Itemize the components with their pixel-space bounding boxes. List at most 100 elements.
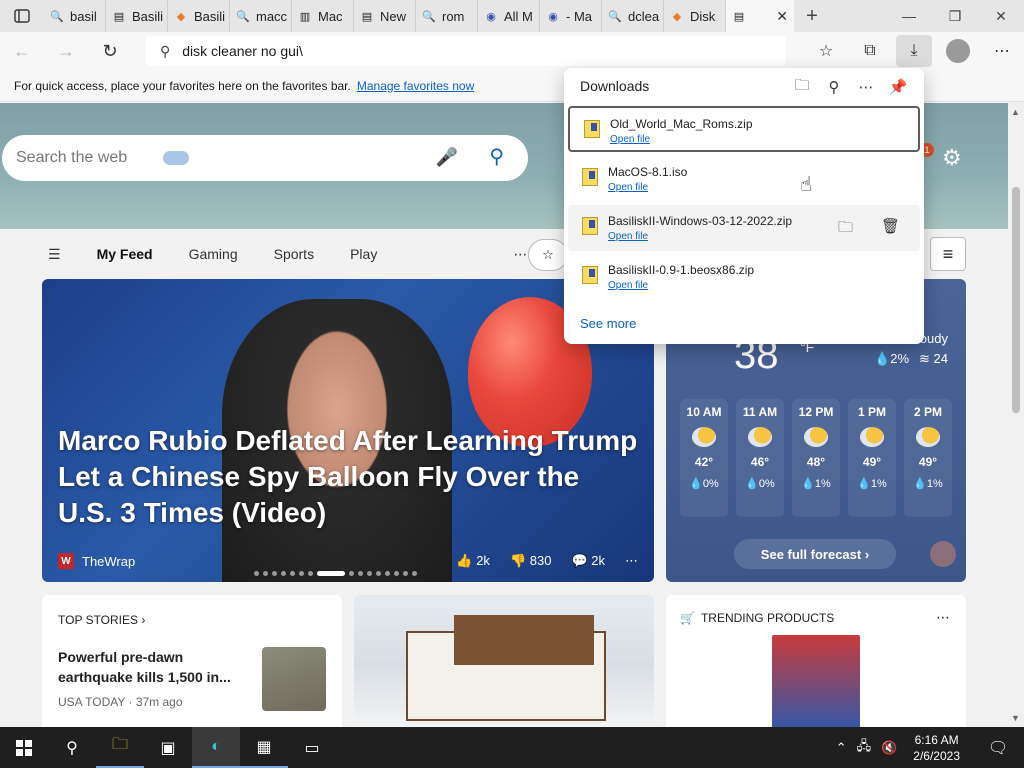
- network-icon[interactable]: 🖧: [857, 737, 872, 759]
- hour-item[interactable]: 11 AM 46° 💧0%: [736, 399, 784, 517]
- chevron-up-icon[interactable]: ⌃: [836, 740, 847, 756]
- dislike-button[interactable]: 👎 830: [510, 553, 552, 569]
- see-more-link[interactable]: See more: [580, 316, 636, 331]
- profile-avatar[interactable]: [946, 39, 970, 63]
- open-file-link[interactable]: Open file: [608, 231, 792, 242]
- more-icon[interactable]: ⋯: [850, 74, 882, 100]
- hour-item[interactable]: 12 PM 48° 💧1%: [792, 399, 840, 517]
- carousel-dot[interactable]: [367, 571, 372, 576]
- tab-my-feed[interactable]: My Feed: [97, 246, 153, 262]
- settings-more-icon[interactable]: ⋯: [980, 32, 1024, 70]
- tab-basilisk-page[interactable]: ▤ Basili: [106, 0, 168, 32]
- hour-item[interactable]: 10 AM 42° 💧0%: [680, 399, 728, 517]
- address-input[interactable]: disk cleaner no gui\: [182, 43, 303, 59]
- download-item[interactable]: Old_World_Mac_Roms.zip Open file: [568, 106, 920, 152]
- search-icon[interactable]: ⚲: [48, 727, 96, 768]
- hero-story-card[interactable]: Marco Rubio Deflated After Learning Trum…: [42, 279, 654, 582]
- volume-muted-icon[interactable]: 🔇: [881, 740, 897, 756]
- download-item[interactable]: BasiliskII-Windows-03-12-2022.zip Open f…: [568, 205, 920, 251]
- tab-basilisk-site[interactable]: ◆ Basili: [168, 0, 230, 32]
- manage-favorites-link[interactable]: Manage favorites now: [357, 79, 474, 93]
- product-image[interactable]: [772, 635, 860, 727]
- open-file-link[interactable]: Open file: [610, 134, 753, 145]
- notifications-icon[interactable]: 🗨: [978, 738, 1018, 758]
- see-full-forecast-button[interactable]: See full forecast ›: [734, 539, 896, 569]
- restore-icon[interactable]: ❐: [932, 0, 978, 32]
- favorites-star-icon[interactable]: ☆: [804, 32, 848, 70]
- carousel-dot[interactable]: [281, 571, 286, 576]
- delete-icon[interactable]: 🗑: [881, 217, 900, 242]
- tab-all-mac[interactable]: ◉ All M: [478, 0, 540, 32]
- pin-icon[interactable]: 📌: [882, 74, 914, 100]
- carousel-dot[interactable]: [254, 571, 259, 576]
- carousel-dot[interactable]: [290, 571, 295, 576]
- open-file-link[interactable]: Open file: [608, 182, 687, 193]
- carousel-dot[interactable]: [308, 571, 313, 576]
- weather-avatar[interactable]: [930, 541, 956, 567]
- gear-icon[interactable]: ⚙: [942, 145, 962, 171]
- top-stories-card[interactable]: TOP STORIES › Powerful pre-dawn earthqua…: [42, 595, 342, 727]
- hour-item[interactable]: 2 PM 49° 💧1%: [904, 399, 952, 517]
- carousel-dot[interactable]: [358, 571, 363, 576]
- microphone-icon[interactable]: 🎤: [436, 147, 458, 168]
- clock[interactable]: 6:16 AM 2/6/2023: [913, 732, 960, 764]
- more-icon[interactable]: ⋯: [513, 246, 527, 263]
- page-scrollbar[interactable]: ▲ ▼: [1008, 103, 1024, 727]
- app-installer-icon[interactable]: ▣: [144, 727, 192, 768]
- file-explorer-icon[interactable]: 🗀: [96, 727, 144, 768]
- open-file-link[interactable]: Open file: [608, 280, 754, 291]
- story-headline[interactable]: Marco Rubio Deflated After Learning Trum…: [58, 423, 638, 531]
- start-button[interactable]: [0, 727, 48, 768]
- layout-button[interactable]: ≡: [930, 237, 966, 271]
- tab-disk[interactable]: ◆ Disk: [664, 0, 726, 32]
- tab-actions-icon[interactable]: [0, 0, 44, 32]
- new-tab-button[interactable]: +: [794, 0, 830, 32]
- feed-menu-icon[interactable]: ☰: [48, 246, 61, 263]
- comment-button[interactable]: 💬 2k: [571, 553, 605, 569]
- like-button[interactable]: 👍 2k: [456, 553, 490, 569]
- more-icon[interactable]: ⋯: [625, 553, 638, 569]
- close-window-icon[interactable]: ✕: [978, 0, 1024, 32]
- personalize-button[interactable]: ☆: [528, 239, 568, 271]
- downloads-button[interactable]: ⤓: [896, 35, 932, 67]
- story-thumbnail[interactable]: [262, 647, 326, 711]
- tab-play[interactable]: Play: [350, 246, 377, 262]
- download-item[interactable]: BasiliskII-0.9-1.beosx86.zip Open file: [568, 254, 920, 300]
- carousel-dot[interactable]: [349, 571, 354, 576]
- emulator-app-icon[interactable]: ▦: [240, 727, 288, 768]
- web-search-box[interactable]: Search the web 🎤 ⚲: [2, 135, 528, 181]
- tab-mac[interactable]: ▥ Mac: [292, 0, 354, 32]
- carousel-dot[interactable]: [412, 571, 417, 576]
- tab-dclea-search[interactable]: 🔍 dclea: [602, 0, 664, 32]
- download-item[interactable]: MacOS-8.1.iso Open file: [568, 156, 920, 202]
- hour-item[interactable]: 1 PM 49° 💧1%: [848, 399, 896, 517]
- collections-icon[interactable]: ⧉: [848, 32, 892, 70]
- trending-products-card[interactable]: 🛒 TRENDING PRODUCTS ⋯: [666, 595, 966, 727]
- search-icon[interactable]: ⚲: [818, 74, 850, 100]
- back-button[interactable]: ←: [0, 32, 44, 70]
- minimize-icon[interactable]: —: [886, 0, 932, 32]
- search-input[interactable]: Search the web: [16, 149, 127, 167]
- carousel-dot-active[interactable]: [317, 571, 345, 576]
- story-headline[interactable]: Powerful pre-dawn earthquake kills 1,500…: [58, 647, 238, 687]
- close-tab-icon[interactable]: ✕: [776, 8, 788, 25]
- scroll-up-icon[interactable]: ▲: [1011, 107, 1020, 117]
- tab-basil-search[interactable]: 🔍 basil: [44, 0, 106, 32]
- scroll-down-icon[interactable]: ▼: [1011, 713, 1020, 723]
- edge-browser-icon[interactable]: ◐: [192, 727, 240, 768]
- search-icon[interactable]: ⚲: [489, 144, 504, 169]
- tab-ma[interactable]: ◉ - Ma: [540, 0, 602, 32]
- carousel-dot[interactable]: [299, 571, 304, 576]
- tab-macc-search[interactable]: 🔍 macc: [230, 0, 292, 32]
- show-in-folder-icon[interactable]: 🗀: [838, 217, 853, 242]
- tab-sports[interactable]: Sports: [274, 246, 314, 262]
- carousel-dot[interactable]: [376, 571, 381, 576]
- tab-gaming[interactable]: Gaming: [189, 246, 238, 262]
- carousel-dot[interactable]: [263, 571, 268, 576]
- carousel-dot[interactable]: [272, 571, 277, 576]
- carousel-indicator[interactable]: [254, 571, 417, 576]
- image-story-card[interactable]: [354, 595, 654, 727]
- forward-button[interactable]: →: [44, 32, 88, 70]
- carousel-dot[interactable]: [403, 571, 408, 576]
- tab-new[interactable]: ▤ New: [354, 0, 416, 32]
